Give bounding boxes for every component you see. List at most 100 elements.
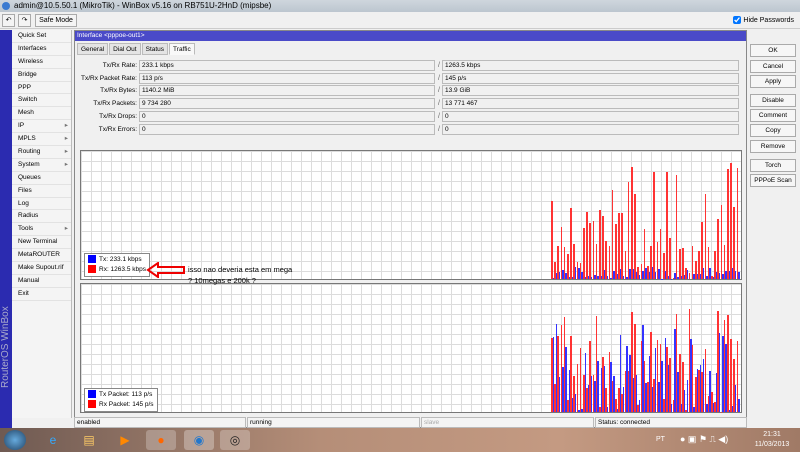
- rx-bar: [704, 349, 707, 412]
- apply-button[interactable]: Apply: [750, 75, 796, 88]
- rx-value: 145 p/s: [442, 72, 739, 84]
- sidebar-item-label: Exit: [18, 289, 29, 297]
- sidebar-item-label: Tools: [18, 225, 34, 233]
- media-player-icon[interactable]: ▶: [110, 430, 140, 450]
- sidebar-item-exit[interactable]: Exit: [12, 288, 71, 301]
- sidebar-item-files[interactable]: Files: [12, 185, 71, 198]
- rx-bar: [589, 223, 591, 279]
- comment-button[interactable]: Comment: [750, 109, 796, 122]
- field-row: Tx/Rx Errors: 0/0: [75, 123, 745, 135]
- torch-button[interactable]: Torch: [750, 159, 796, 172]
- sidebar-item-routing[interactable]: Routing ▸: [12, 146, 71, 159]
- remove-button[interactable]: Remove: [750, 140, 796, 153]
- rx-packet-legend: Rx Packet: 145 p/s: [99, 401, 154, 408]
- field-label: Tx/Rx Rate:: [102, 62, 137, 69]
- winbox-icon: [2, 2, 10, 10]
- rx-bar: [579, 347, 582, 412]
- pppoe-scan-button[interactable]: PPPoE Scan: [750, 174, 796, 187]
- rx-bar: [691, 345, 694, 412]
- rx-value: 0: [442, 123, 739, 135]
- start-button[interactable]: [4, 430, 26, 450]
- field-row: Tx/Rx Drops: 0/0: [75, 110, 745, 122]
- sidebar-item-new-terminal[interactable]: New Terminal: [12, 236, 71, 250]
- sidebar-item-tools[interactable]: Tools ▸: [12, 223, 71, 237]
- sidebar-item-label: MPLS: [18, 135, 36, 143]
- tab-traffic[interactable]: Traffic: [169, 43, 195, 55]
- tx-value: 0: [139, 110, 435, 122]
- rx-bar: [576, 364, 579, 412]
- rx-bar: [611, 190, 614, 279]
- rx-bar: [595, 244, 598, 279]
- hide-passwords-checkbox[interactable]: Hide Passwords: [733, 15, 794, 26]
- rx-bar: [570, 208, 572, 279]
- clock-time[interactable]: 21:31: [752, 431, 792, 438]
- sidebar-item-label: MetaROUTER: [18, 251, 60, 259]
- status-running: running: [247, 417, 420, 428]
- rx-bar: [727, 169, 729, 279]
- rx-bar: [675, 174, 678, 279]
- sidebar-item-queues[interactable]: Queues: [12, 172, 71, 185]
- clock-date[interactable]: 11/03/2013: [752, 441, 792, 448]
- rx-bar: [730, 163, 732, 279]
- sidebar-item-make-supout-rif[interactable]: Make Supout.rif: [12, 262, 71, 275]
- sidebar-item-label: Make Supout.rif: [18, 264, 64, 272]
- rx-bar: [624, 251, 627, 279]
- tx-bar: [738, 272, 740, 279]
- copy-button[interactable]: Copy: [750, 124, 796, 137]
- disable-button[interactable]: Disable: [750, 94, 796, 107]
- sidebar-item-label: Routing: [18, 148, 41, 156]
- traffic-rate-graph: Tx: 233.1 kbps Rx: 1263.5 kbps: [80, 150, 742, 280]
- tx-value: 113 p/s: [139, 72, 435, 84]
- cancel-button[interactable]: Cancel: [750, 60, 796, 73]
- sidebar-item-interfaces[interactable]: Interfaces: [12, 43, 71, 56]
- tray-icons[interactable]: ● ▣ ⚑ ⎍ ◀): [680, 434, 728, 445]
- sidebar-item-metarouter[interactable]: MetaROUTER: [12, 249, 71, 263]
- hide-passwords-check[interactable]: [733, 16, 742, 25]
- sidebar-item-label: Interfaces: [18, 44, 47, 52]
- field-label: Tx/Rx Packets:: [93, 100, 137, 108]
- annotation-text: isso nao deveria esta em mega ? 10megas …: [188, 265, 293, 285]
- field-row: Tx/Rx Packets: 9 734 280/13 771 467: [75, 98, 745, 110]
- rx-value: 13 771 467: [442, 98, 739, 110]
- sidebar-item-quick-set[interactable]: Quick Set: [12, 30, 71, 43]
- rx-bar: [551, 201, 553, 279]
- toolbar: ↶ ↷ Safe Mode Hide Passwords: [0, 12, 800, 29]
- submenu-arrow-icon: ▸: [64, 160, 68, 168]
- sidebar-item-system[interactable]: System ▸: [12, 159, 71, 172]
- rx-bar: [679, 353, 681, 412]
- rx-value: 1263.5 kbps: [442, 60, 739, 71]
- packet-rate-graph: Tx Packet: 113 p/s Rx Packet: 145 p/s: [80, 283, 742, 413]
- firefox-icon[interactable]: ●: [146, 430, 176, 450]
- dialog-title[interactable]: Interface <pppoe-out1>: [75, 31, 746, 41]
- rx-bar: [736, 168, 739, 279]
- rx-packet-swatch: [88, 400, 96, 409]
- rx-bar: [615, 223, 617, 279]
- rx-bar: [621, 212, 623, 279]
- safe-mode-button[interactable]: Safe Mode: [35, 14, 77, 27]
- tab-dial-out[interactable]: Dial Out: [109, 43, 141, 55]
- redo-button[interactable]: ↷: [18, 14, 31, 27]
- tx-bar: [597, 360, 599, 412]
- submenu-arrow-icon: ▸: [64, 148, 68, 156]
- sidebar-item-radius[interactable]: Radius: [12, 210, 71, 224]
- sidebar-item-label: System: [18, 160, 40, 168]
- language-indicator[interactable]: PT: [656, 436, 665, 443]
- rx-bar: [659, 229, 662, 279]
- explorer-icon[interactable]: ▤: [74, 430, 104, 450]
- rx-swatch: [88, 265, 96, 274]
- winbox-task-icon[interactable]: ◉: [184, 430, 214, 450]
- ie-icon[interactable]: e: [38, 430, 68, 450]
- red-arrow-annotation: [146, 262, 185, 278]
- ok-button[interactable]: OK: [750, 44, 796, 57]
- sidebar-item-log[interactable]: Log: [12, 198, 71, 211]
- status-bar: enabled running slave Status: connected: [74, 417, 747, 428]
- sidebar-item-label: Radius: [18, 212, 39, 220]
- tab-general[interactable]: General: [77, 43, 109, 55]
- rx-bar: [653, 172, 655, 279]
- network-tool-icon[interactable]: ◎: [220, 430, 250, 450]
- tab-status[interactable]: Status: [141, 43, 169, 55]
- rx-bar: [592, 221, 595, 279]
- sidebar-item-manual[interactable]: Manual: [12, 275, 71, 288]
- sidebar-item-mpls[interactable]: MPLS ▸: [12, 133, 71, 147]
- undo-button[interactable]: ↶: [2, 14, 15, 27]
